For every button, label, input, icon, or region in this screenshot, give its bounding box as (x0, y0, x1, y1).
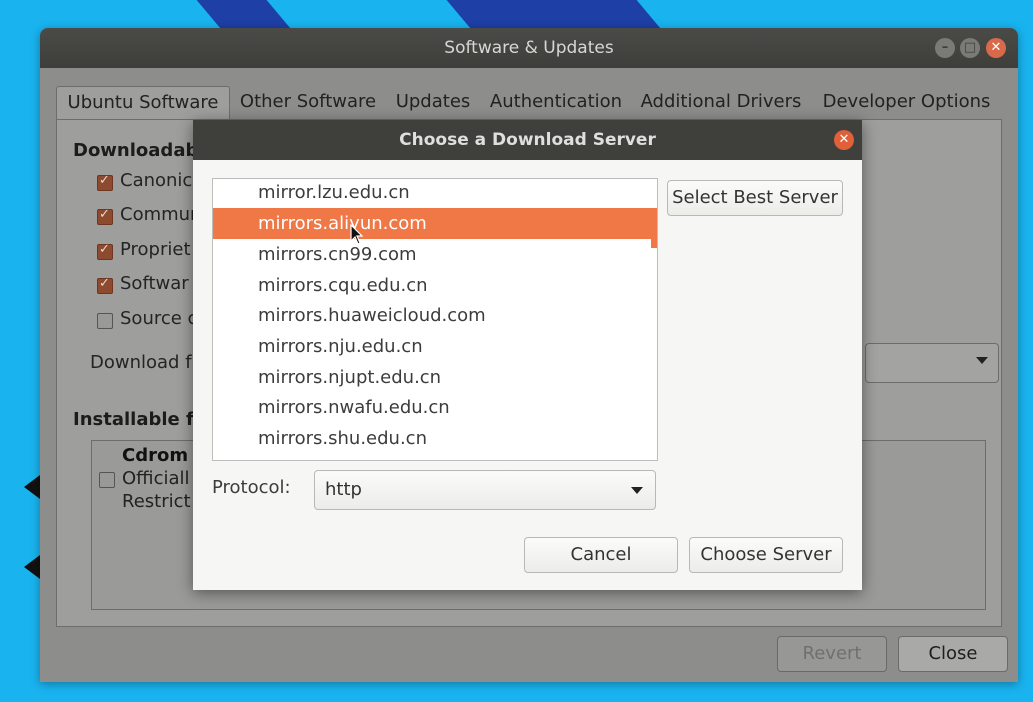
component-label: Canonica (120, 170, 204, 191)
server-item[interactable]: mirrors.cqu.edu.cn (213, 270, 657, 301)
component-checkbox[interactable] (97, 242, 113, 260)
protocol-value: http (325, 479, 362, 500)
download-from-dropdown[interactable] (865, 343, 999, 383)
server-list[interactable]: mirror.lzu.edu.cn mirrors.aliyun.com mir… (212, 178, 658, 461)
tab-ubuntu-software[interactable]: Ubuntu Software (56, 86, 230, 120)
component-label: Commun (120, 204, 202, 225)
revert-button[interactable]: Revert (777, 636, 887, 672)
cdrom-checkbox[interactable] (99, 472, 115, 488)
protocol-dropdown[interactable]: http (314, 470, 656, 510)
desktop-stripe (438, 0, 662, 30)
select-best-server-button[interactable]: Select Best Server (667, 180, 843, 216)
server-item[interactable]: mirrors.shu.edu.cn (213, 423, 657, 454)
protocol-label: Protocol: (212, 477, 291, 498)
dialog-title: Choose a Download Server (399, 130, 656, 150)
close-icon[interactable]: ✕ (834, 130, 854, 150)
dialog-titlebar[interactable]: Choose a Download Server ✕ (193, 120, 862, 160)
tab-updates[interactable]: Updates (389, 86, 477, 118)
component-label: Propriet (120, 239, 191, 260)
tab-developer-options[interactable]: Developer Options (814, 86, 999, 118)
component-checkbox[interactable] (97, 276, 113, 294)
server-item[interactable]: mirrors.cn99.com (213, 239, 657, 270)
desktop-shape (24, 555, 40, 579)
component-checkbox[interactable] (97, 207, 113, 225)
window-titlebar[interactable]: Software & Updates – □ ✕ (40, 28, 1018, 68)
server-item[interactable]: mirrors.nju.edu.cn (213, 331, 657, 362)
choose-server-dialog: Choose a Download Server ✕ mirror.lzu.ed… (193, 120, 862, 590)
tab-other-software[interactable]: Other Software (232, 86, 384, 118)
server-item[interactable]: mirrors.njupt.edu.cn (213, 362, 657, 393)
tab-additional-drivers[interactable]: Additional Drivers (636, 86, 806, 118)
chevron-down-icon (631, 487, 643, 494)
desktop-stripe (188, 0, 292, 30)
maximize-icon[interactable]: □ (960, 38, 980, 58)
component-label: Softwar (120, 273, 189, 294)
tab-authentication[interactable]: Authentication (484, 86, 628, 118)
server-item[interactable]: mirrors.huaweicloud.com (213, 300, 657, 331)
close-icon[interactable]: ✕ (986, 38, 1006, 58)
component-label: Source c (120, 308, 198, 329)
desktop-shape (24, 475, 40, 499)
tab-bar: Ubuntu Software Other Software Updates A… (56, 86, 1002, 120)
close-button[interactable]: Close (898, 636, 1008, 672)
server-item[interactable]: mirror.lzu.edu.cn (213, 179, 657, 208)
server-item[interactable]: mirrors.nwafu.edu.cn (213, 392, 657, 423)
downloadable-heading: Downloadab (73, 140, 199, 161)
minimize-icon[interactable]: – (935, 38, 955, 58)
component-checkbox[interactable] (97, 173, 113, 191)
choose-server-button[interactable]: Choose Server (689, 537, 843, 573)
installable-heading: Installable fr (73, 409, 203, 430)
download-from-label: Download f (90, 352, 192, 373)
cdrom-line: Restrict (122, 491, 191, 512)
cdrom-line: Officiall (122, 468, 190, 489)
server-item-selected[interactable]: mirrors.aliyun.com (213, 208, 657, 239)
chevron-down-icon (976, 357, 988, 364)
window-title: Software & Updates (444, 38, 614, 58)
component-checkbox[interactable] (97, 313, 113, 329)
cancel-button[interactable]: Cancel (524, 537, 678, 573)
list-scrollbar[interactable] (651, 208, 657, 248)
